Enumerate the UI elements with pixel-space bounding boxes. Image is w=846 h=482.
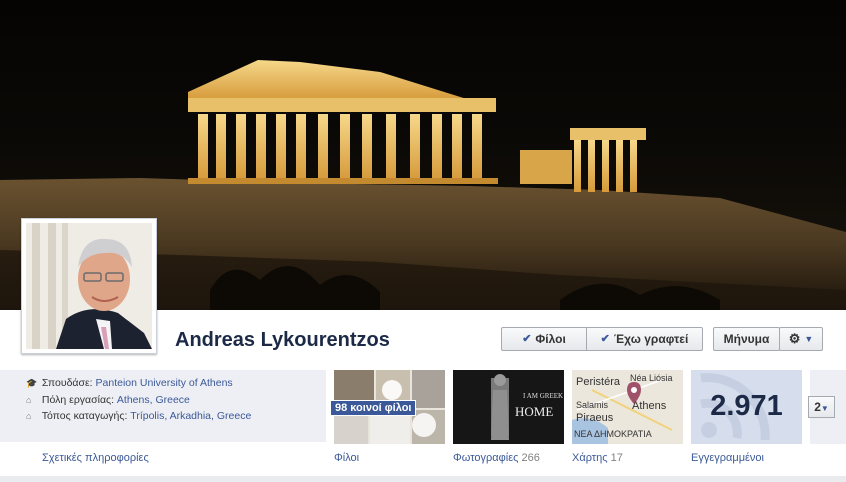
graduation-cap-icon: 🎓: [26, 378, 38, 388]
map-place-salamis: Salamis: [576, 400, 609, 410]
subscribed-button-label: Έχω γραφτεί: [613, 332, 689, 346]
poster-text-1: I AM GREEK: [523, 392, 564, 400]
studies-link[interactable]: Panteion University of Athens: [96, 377, 233, 389]
map-tab-label: Χάρτης: [572, 452, 608, 464]
subscribed-button[interactable]: ✔ Έχω γραφτεί: [586, 327, 703, 351]
hometown-label: Τόπος καταγωγής:: [41, 410, 128, 422]
message-button-label: Μήνυμα: [723, 332, 770, 346]
map-place-nea-liosia: Néa Liósia: [630, 373, 673, 383]
settings-dropdown-button[interactable]: ⚙ ▼: [779, 327, 823, 351]
message-button[interactable]: Μήνυμα: [713, 327, 780, 351]
photos-count: 266: [521, 452, 540, 464]
map-place-athens: Athens: [632, 400, 667, 412]
avatar: [26, 223, 152, 349]
hometown-line: ⌂ Τόπος καταγωγής: Trípolis, Arkadhia, G…: [26, 410, 251, 422]
more-tiles-label: 2: [814, 400, 821, 414]
check-icon: ✔: [522, 333, 532, 345]
gear-icon: ⚙: [788, 331, 801, 346]
map-tile[interactable]: Peristéra Néa Liósia Salamis Athens Pira…: [572, 370, 683, 444]
divider: [0, 476, 846, 482]
briefcase-icon: ⌂: [26, 395, 32, 405]
studies-line: 🎓 Σπουδάσε: Panteion University of Athen…: [26, 377, 233, 389]
work-city-line: ⌂ Πόλη εργασίας: Athens, Greece: [26, 394, 190, 406]
friends-button-label: Φίλοι: [535, 332, 566, 346]
work-city-link[interactable]: Athens, Greece: [117, 394, 190, 406]
profile-picture[interactable]: [21, 218, 157, 354]
friends-button[interactable]: ✔ Φίλοι: [501, 327, 587, 351]
friends-tab-link[interactable]: Φίλοι: [334, 452, 359, 464]
map-place-nea-dimokratia: ΝΕΑ ΔΗΜΟΚΡΑΤΙΑ: [574, 429, 652, 439]
photos-tab-link[interactable]: Φωτογραφίες 266: [453, 452, 540, 464]
photos-tab-label: Φωτογραφίες: [453, 452, 519, 464]
work-city-label: Πόλη εργασίας:: [41, 394, 114, 406]
more-tiles-button[interactable]: 2▼: [808, 396, 835, 418]
friends-tab-label: Φίλοι: [334, 452, 360, 464]
parthenon-icon: [188, 60, 646, 192]
map-place-peristera: Peristéra: [576, 376, 621, 388]
photos-tile[interactable]: I AM GREEK HOME: [453, 370, 564, 444]
check-icon: ✔: [600, 333, 610, 345]
caret-down-icon: ▼: [804, 334, 814, 344]
map-place-piraeus: Piraeus: [576, 412, 614, 424]
subscribers-count: 2.971: [710, 390, 783, 422]
home-icon: ⌂: [26, 411, 32, 421]
about-info-link[interactable]: Σχετικές πληροφορίες: [42, 452, 149, 464]
map-count: 17: [610, 452, 623, 464]
subscribers-tab-label: Εγγεγραμμένοι: [691, 452, 764, 464]
hometown-link[interactable]: Trípolis, Arkadhia, Greece: [130, 410, 251, 422]
mutual-friends-badge[interactable]: 98 κοινοί φίλοι: [330, 400, 417, 416]
studies-label: Σπουδάσε:: [41, 377, 93, 389]
caret-down-icon: ▼: [820, 404, 829, 413]
poster-text-2: HOME: [515, 404, 554, 419]
map-tab-link[interactable]: Χάρτης 17: [572, 452, 623, 464]
page-title[interactable]: Andreas Lykourentzos: [175, 329, 390, 352]
subscribers-tab-link[interactable]: Εγγεγραμμένοι: [691, 452, 764, 464]
